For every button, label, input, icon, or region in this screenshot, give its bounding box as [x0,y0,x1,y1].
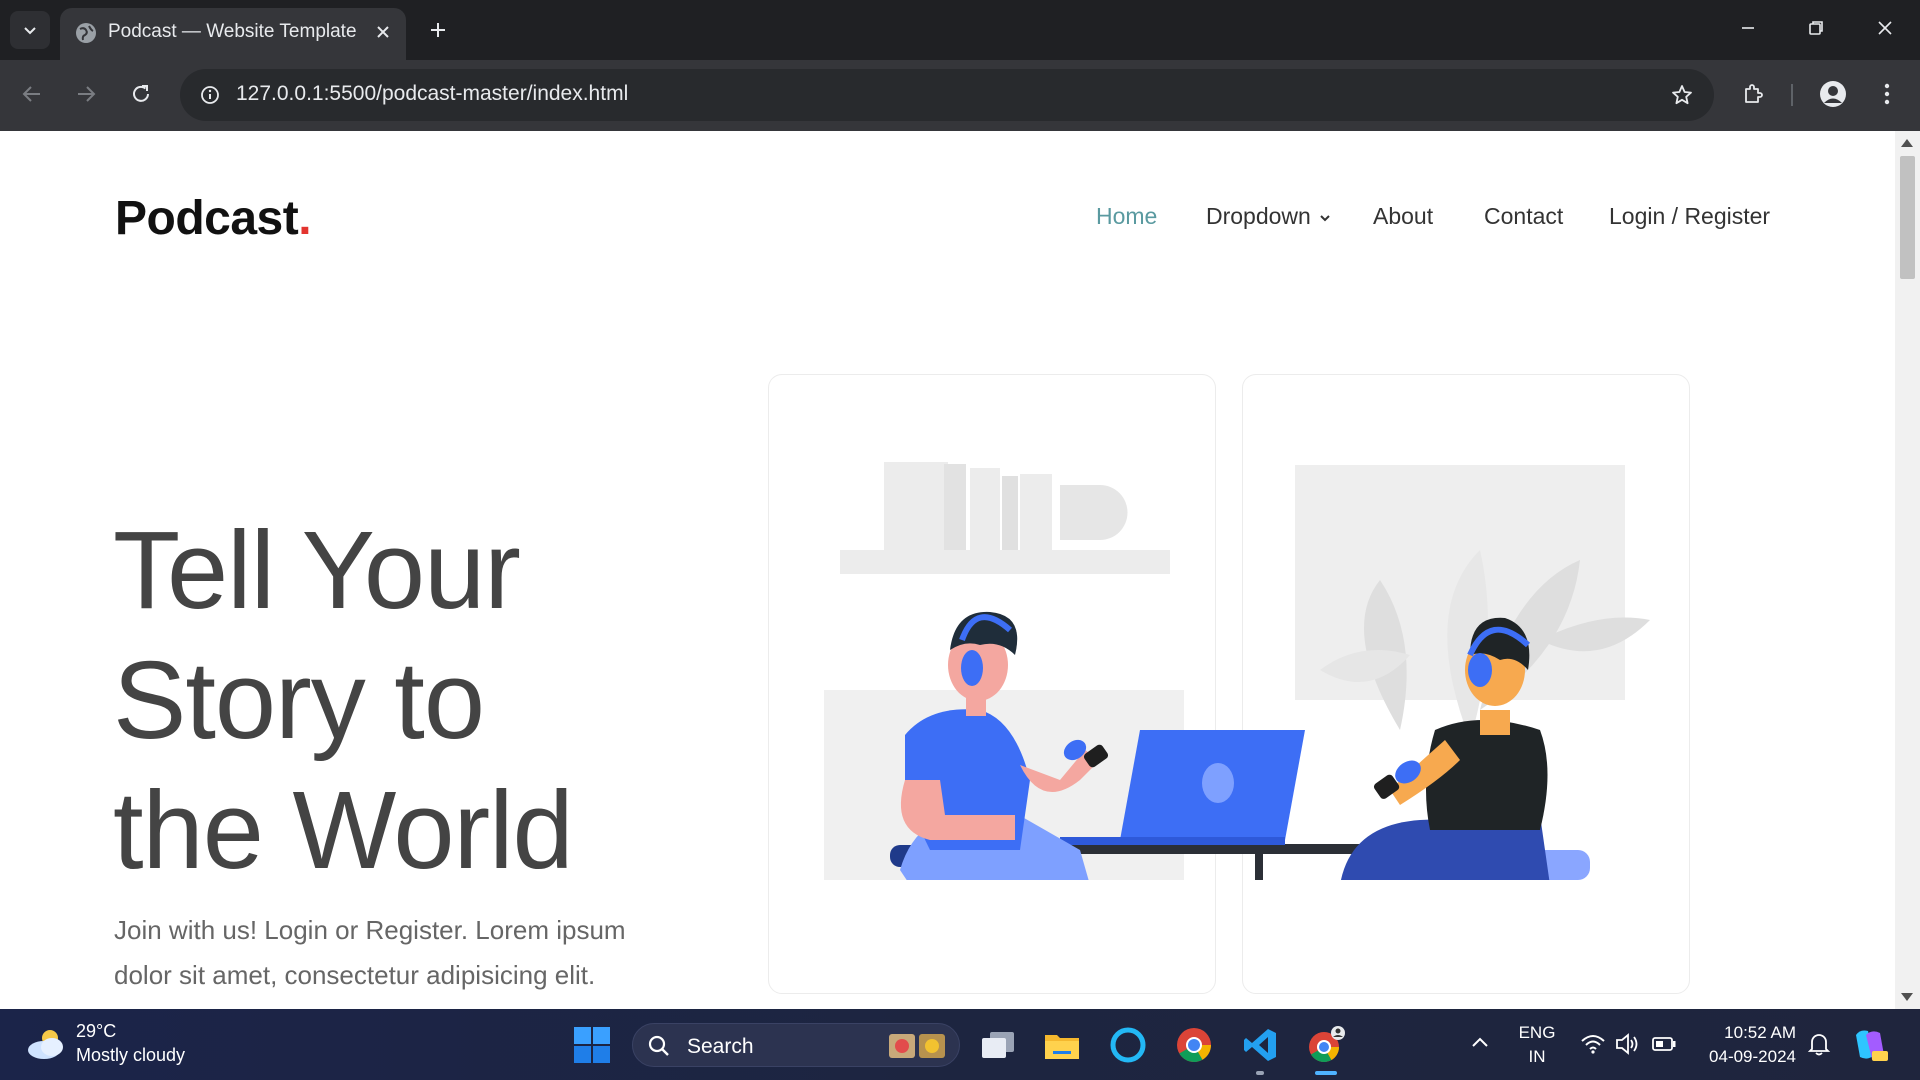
folder-icon [1045,1035,1079,1059]
app-active-indicator [1315,1071,1337,1075]
scroll-thumb[interactable] [1900,156,1915,279]
language-indicator[interactable]: ENG IN [1515,1021,1559,1069]
chrome-icon [1177,1028,1211,1062]
search-highlight-icon [889,1034,945,1058]
menu-button[interactable] [1867,74,1907,114]
close-icon [1878,21,1892,35]
file-explorer-app[interactable] [1040,1023,1084,1067]
nav-login-register[interactable]: Login / Register [1609,203,1770,230]
reload-button[interactable] [121,74,161,114]
arrow-left-icon [22,86,40,102]
star-icon [1672,85,1692,105]
close-window-button[interactable] [1857,6,1913,50]
minimize-icon [1742,27,1754,29]
chrome-profile-icon [1309,1026,1345,1063]
search-icon [648,1035,669,1056]
task-view-app[interactable] [976,1023,1020,1067]
battery-icon[interactable] [1651,1031,1677,1057]
tab-title: Podcast — Website Template [108,21,357,42]
address-bar[interactable]: 127.0.0.1:5500/podcast-master/index.html [180,69,1714,121]
site-info-button[interactable] [192,77,228,113]
nav-dropdown[interactable]: Dropdown [1206,203,1331,230]
copilot-icon[interactable] [1850,1025,1890,1065]
restore-button[interactable] [1788,6,1844,50]
tab-close-button[interactable] [368,17,398,47]
clock-time: 10:52 AM [1724,1023,1796,1042]
logo-text: Podcast [115,192,299,245]
nav-contact[interactable]: Contact [1484,203,1563,230]
profile-button[interactable] [1813,74,1853,114]
windows-start-icon[interactable] [572,1025,612,1065]
scroll-up-arrow[interactable] [1901,139,1913,147]
cortana-app[interactable] [1106,1023,1150,1067]
nav-about[interactable]: About [1373,203,1433,230]
extensions-button[interactable] [1733,74,1773,114]
bookmark-button[interactable] [1664,77,1700,113]
hero-title-line-3: the World [113,769,574,892]
forward-button[interactable] [66,74,106,114]
info-icon [201,86,219,104]
close-icon [377,26,389,38]
more-vertical-icon [1884,83,1890,105]
hero-title-line-2: Story to [113,639,485,762]
toolbar-separator [1791,84,1793,106]
search-placeholder: Search [687,1035,754,1058]
browser-toolbar: 127.0.0.1:5500/podcast-master/index.html [0,60,1920,131]
chrome-profile-app[interactable] [1304,1023,1348,1075]
browser-tab-bar: Podcast — Website Template [0,0,1920,60]
chevron-down-icon [1320,215,1330,222]
browser-tab[interactable]: Podcast — Website Template [60,8,406,60]
cloud-icon[interactable] [26,1026,66,1062]
bookshelf-graphic [840,462,1170,574]
volume-icon[interactable] [1614,1031,1640,1057]
new-tab-button[interactable] [420,12,456,48]
app-running-indicator [1256,1071,1264,1075]
clock-date: 04-09-2024 [1709,1047,1796,1066]
vscode-app[interactable] [1238,1023,1282,1075]
hero-subtitle: Join with us! Login or Register. Lorem i… [114,915,626,990]
vscode-icon [1244,1029,1276,1061]
plus-icon [431,23,445,37]
minimize-button[interactable] [1720,6,1776,50]
chevron-down-icon [24,27,36,35]
chrome-app[interactable] [1172,1023,1216,1067]
system-clock[interactable]: 10:52 AM 04-09-2024 [1696,1021,1796,1069]
restore-icon [1809,21,1823,35]
nav-home[interactable]: Home [1096,203,1157,230]
weather-description: Mostly cloudy [76,1045,186,1065]
bell-icon[interactable] [1806,1031,1832,1057]
page-scrollbar[interactable] [1895,131,1920,1009]
scroll-down-arrow[interactable] [1901,993,1913,1001]
puzzle-icon [1745,84,1763,103]
taskbar-search-box[interactable]: Search [632,1023,960,1067]
tab-search-button[interactable] [10,11,50,49]
nav-dropdown-label: Dropdown [1206,203,1311,229]
globe-icon [76,23,96,43]
logo-dot: . [298,192,312,245]
chevron-up-icon[interactable] [1468,1031,1492,1055]
language-code: ENG [1518,1023,1556,1042]
region-code: IN [1528,1047,1546,1066]
cortana-icon [1110,1027,1146,1063]
url-text: 127.0.0.1:5500/podcast-master/index.html [236,82,629,105]
reload-icon [133,85,149,102]
hero-title-line-1: Tell Your [113,509,521,632]
weather-temperature: 29°C [76,1021,117,1041]
arrow-right-icon [78,86,96,102]
wifi-icon[interactable] [1580,1031,1606,1057]
task-view-icon [982,1032,1014,1058]
podcast-illustration [824,462,1650,880]
hero-title: Tell Your Story to the World [113,506,713,896]
back-button[interactable] [12,74,52,114]
site-logo[interactable]: Podcast. [115,191,312,246]
windows-taskbar: 29°C Mostly cloudy Search ENG IN 10:52 A… [0,1009,1920,1080]
avatar-icon [1820,81,1846,107]
